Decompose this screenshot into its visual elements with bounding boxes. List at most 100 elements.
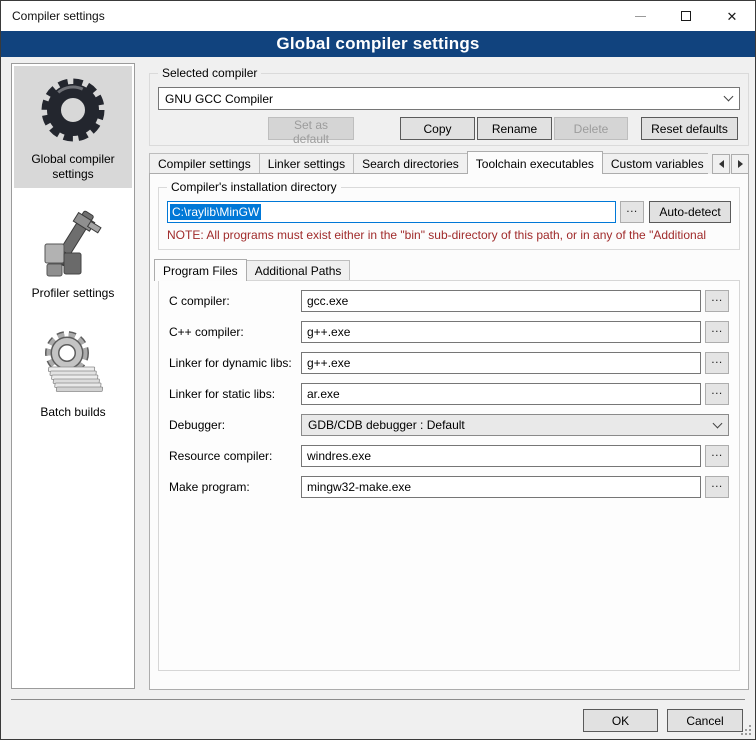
footer-separator (11, 699, 745, 700)
maximize-button[interactable] (663, 1, 709, 31)
minimize-icon (635, 16, 646, 17)
toolchain-executables-panel: Compiler's installation directory C:\ray… (149, 173, 749, 690)
sidebar-item-global-compiler-settings[interactable]: Global compiler settings (14, 66, 132, 188)
form-row-debugger: Debugger: GDB/CDB debugger : Default (169, 414, 729, 436)
install-dir-group-label: Compiler's installation directory (167, 180, 341, 194)
selected-compiler-group: Selected compiler GNU GCC Compiler Set a… (149, 73, 749, 146)
c-compiler-input[interactable] (301, 321, 701, 343)
maximize-icon (681, 11, 691, 21)
make-program-input[interactable] (301, 476, 701, 498)
chevron-down-icon (724, 92, 734, 102)
dialog-window: Compiler settings ✕ Global compiler sett… (0, 0, 756, 740)
compiler-select-value: GNU GCC Compiler (165, 92, 273, 106)
install-dir-input[interactable]: C:\raylib\MinGW (167, 201, 616, 223)
cancel-button[interactable]: Cancel (667, 709, 743, 732)
linker-for-static-libs-input[interactable] (301, 383, 701, 405)
form-row-linker-for-static-libs: Linker for static libs: ... (169, 383, 729, 405)
field-label: Debugger: (169, 418, 301, 432)
page-title: Global compiler settings (276, 34, 479, 54)
settings-category-list: Global compiler settings Profiler settin… (11, 63, 135, 689)
auto-detect-button[interactable]: Auto-detect (649, 201, 731, 223)
subtab-additional-paths[interactable]: Additional Paths (246, 260, 351, 281)
tab-label: Custom variables (611, 157, 704, 171)
tab-toolchain-executables[interactable]: Toolchain executables (467, 151, 603, 174)
tab-label: Toolchain executables (476, 157, 594, 171)
form-row-resource-compiler: Resource compiler: ... (169, 445, 729, 467)
resize-grip[interactable] (739, 723, 753, 737)
sidebar-item-batch-builds[interactable]: Batch builds (14, 319, 132, 426)
c-compiler-input[interactable] (301, 290, 701, 312)
c-compiler-browse-button[interactable]: ... (705, 321, 729, 343)
tab-scroll-buttons (708, 153, 749, 174)
install-dir-note: NOTE: All programs must exist either in … (167, 228, 731, 242)
reset-defaults-button[interactable]: Reset defaults (641, 117, 738, 140)
title-bar: Compiler settings ✕ (1, 1, 755, 31)
resource-compiler-input[interactable] (301, 445, 701, 467)
tab-scroll-right-button[interactable] (731, 154, 749, 174)
caption-buttons: ✕ (617, 1, 755, 31)
sidebar-item-label: Profiler settings (32, 286, 115, 301)
window-title: Compiler settings (12, 9, 105, 23)
sub-tab-strip: Program Files Additional Paths (154, 258, 748, 281)
tab-label: Program Files (163, 264, 238, 278)
arrow-left-icon (715, 160, 724, 168)
minimize-button[interactable] (617, 1, 663, 31)
form-row-linker-for-dynamic-libs: Linker for dynamic libs: ... (169, 352, 729, 374)
sidebar-item-profiler-settings[interactable]: Profiler settings (14, 200, 132, 307)
field-label: Resource compiler: (169, 449, 301, 463)
main-tab-strip: Compiler settings Linker settings Search… (149, 150, 749, 174)
debugger-select-value: GDB/CDB debugger : Default (308, 418, 465, 432)
caliper-icon (37, 208, 109, 280)
icon-slot (37, 208, 109, 280)
install-dir-value: C:\raylib\MinGW (170, 204, 261, 220)
tab-scroll-left-button[interactable] (712, 154, 730, 174)
install-dir-row: C:\raylib\MinGW ... Auto-detect (167, 201, 731, 223)
set-as-default-button[interactable]: Set as default (268, 117, 354, 140)
tab-label: Search directories (362, 157, 459, 171)
header-bar: Global compiler settings (1, 31, 755, 57)
tab-linker-settings[interactable]: Linker settings (259, 153, 354, 174)
install-dir-browse-button[interactable]: ... (620, 201, 644, 223)
delete-button[interactable]: Delete (554, 117, 628, 140)
icon-slot (37, 327, 109, 399)
linker-for-dynamic-libs-browse-button[interactable]: ... (705, 352, 729, 374)
copy-button[interactable]: Copy (400, 117, 475, 140)
dialog-body: Global compiler settings Profiler settin… (1, 57, 755, 739)
rename-button[interactable]: Rename (477, 117, 552, 140)
gear-stack-icon (37, 327, 109, 399)
blue-gear-icon (37, 74, 109, 146)
selected-compiler-group-label: Selected compiler (158, 66, 261, 80)
sidebar-item-label: Global compiler settings (16, 152, 130, 182)
ok-button[interactable]: OK (583, 709, 658, 732)
arrow-right-icon (738, 160, 747, 168)
debugger-select[interactable]: GDB/CDB debugger : Default (301, 414, 729, 436)
tab-search-directories[interactable]: Search directories (353, 153, 468, 174)
field-label: C compiler: (169, 294, 301, 308)
install-dir-group: Compiler's installation directory C:\ray… (158, 187, 740, 250)
tab-label: Additional Paths (255, 264, 342, 278)
compiler-select[interactable]: GNU GCC Compiler (158, 87, 740, 110)
program-files-panel: C compiler: ... C++ compiler: ... Linker… (158, 280, 740, 671)
tab-custom-variables[interactable]: Custom variables (602, 153, 713, 174)
sidebar-item-label: Batch builds (40, 405, 105, 420)
field-label: Linker for static libs: (169, 387, 301, 401)
field-label: Make program: (169, 480, 301, 494)
resource-compiler-browse-button[interactable]: ... (705, 445, 729, 467)
tab-label: Compiler settings (158, 157, 251, 171)
form-row-make-program: Make program: ... (169, 476, 729, 498)
subtab-program-files[interactable]: Program Files (154, 259, 247, 281)
field-label: C++ compiler: (169, 325, 301, 339)
close-icon: ✕ (727, 10, 738, 23)
form-row-c-compiler: C++ compiler: ... (169, 321, 729, 343)
linker-for-dynamic-libs-input[interactable] (301, 352, 701, 374)
content-column: Selected compiler GNU GCC Compiler Set a… (149, 63, 749, 690)
field-label: Linker for dynamic libs: (169, 356, 301, 370)
make-program-browse-button[interactable]: ... (705, 476, 729, 498)
tab-compiler-settings[interactable]: Compiler settings (149, 153, 260, 174)
c-compiler-browse-button[interactable]: ... (705, 290, 729, 312)
close-button[interactable]: ✕ (709, 1, 755, 31)
linker-for-static-libs-browse-button[interactable]: ... (705, 383, 729, 405)
compiler-button-row: Set as default CopyRenameDelete Reset defa… (150, 117, 738, 140)
icon-slot (37, 74, 109, 146)
chevron-down-icon (713, 418, 723, 428)
